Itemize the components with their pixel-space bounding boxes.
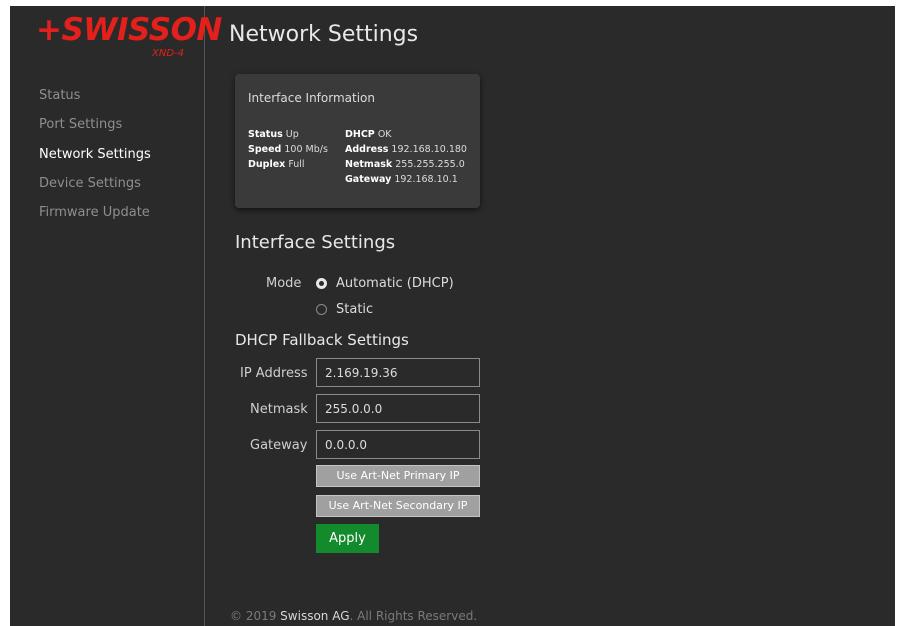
netmask-label: Netmask xyxy=(345,159,393,170)
footer-company: Swisson AG xyxy=(280,609,350,623)
app-frame: +SWISSON XND-4 Status Port Settings Netw… xyxy=(10,6,895,626)
dhcp-fallback-title: DHCP Fallback Settings xyxy=(235,331,409,349)
netmask-row: Netmask 255.255.255.0 xyxy=(345,159,465,170)
dhcp-label: DHCP xyxy=(345,129,375,140)
gateway-value: 192.168.10.1 xyxy=(394,174,458,185)
mode-label: Mode xyxy=(266,276,302,291)
dhcp-value: OK xyxy=(377,129,392,140)
swisson-logo: +SWISSON XND-4 xyxy=(36,12,222,62)
gateway-label: Gateway xyxy=(250,438,308,453)
address-row: Address 192.168.10.180 xyxy=(345,144,467,155)
sidebar-item-network-settings[interactable]: Network Settings xyxy=(39,147,151,162)
sidebar-item-port-settings[interactable]: Port Settings xyxy=(39,117,122,132)
dhcp-row: DHCP OK xyxy=(345,129,392,140)
radio-label-automatic-dhcp[interactable]: Automatic (DHCP) xyxy=(336,276,454,291)
speed-row: Speed 100 Mb/s xyxy=(248,144,328,155)
interface-settings-title: Interface Settings xyxy=(235,232,396,253)
ip-address-input[interactable] xyxy=(316,358,480,387)
sidebar-item-firmware-update[interactable]: Firmware Update xyxy=(39,205,150,220)
duplex-value: Full xyxy=(288,159,305,170)
footer: © 2019 Swisson AG. All Rights Reserved. xyxy=(230,609,477,623)
netmask-label: Netmask xyxy=(250,402,308,417)
duplex-label: Duplex xyxy=(248,159,286,170)
gateway-label: Gateway xyxy=(345,174,392,185)
speed-label: Speed xyxy=(248,144,282,155)
logo-text: +SWISSON xyxy=(36,12,222,48)
radio-automatic-dhcp[interactable] xyxy=(316,278,327,289)
use-artnet-primary-ip-button[interactable]: Use Art-Net Primary IP xyxy=(316,465,480,487)
apply-button[interactable]: Apply xyxy=(316,524,379,553)
radio-static[interactable] xyxy=(316,304,327,315)
sidebar: +SWISSON XND-4 Status Port Settings Netw… xyxy=(10,6,222,626)
gateway-input[interactable] xyxy=(316,430,480,459)
speed-value: 100 Mb/s xyxy=(284,144,328,155)
netmask-input[interactable] xyxy=(316,394,480,423)
ip-address-label: IP Address xyxy=(240,366,308,381)
interface-info-card: Interface Information Status Up Speed 10… xyxy=(235,74,480,208)
logo-model: XND-4 xyxy=(151,48,184,59)
netmask-value: 255.255.255.0 xyxy=(395,159,465,170)
footer-prefix: © 2019 xyxy=(230,609,281,623)
footer-suffix: . All Rights Reserved. xyxy=(349,609,478,623)
status-row: Status Up xyxy=(248,129,299,140)
page-title: Network Settings xyxy=(229,22,419,47)
interface-info-title: Interface Information xyxy=(248,91,376,105)
use-artnet-secondary-ip-button[interactable]: Use Art-Net Secondary IP xyxy=(316,495,480,517)
address-label: Address xyxy=(345,144,389,155)
address-value: 192.168.10.180 xyxy=(391,144,467,155)
duplex-row: Duplex Full xyxy=(248,159,305,170)
radio-label-static[interactable]: Static xyxy=(336,302,373,317)
sidebar-item-device-settings[interactable]: Device Settings xyxy=(39,176,141,191)
status-label: Status xyxy=(248,129,283,140)
status-value: Up xyxy=(285,129,299,140)
gateway-row: Gateway 192.168.10.1 xyxy=(345,174,458,185)
sidebar-item-status[interactable]: Status xyxy=(39,88,80,103)
